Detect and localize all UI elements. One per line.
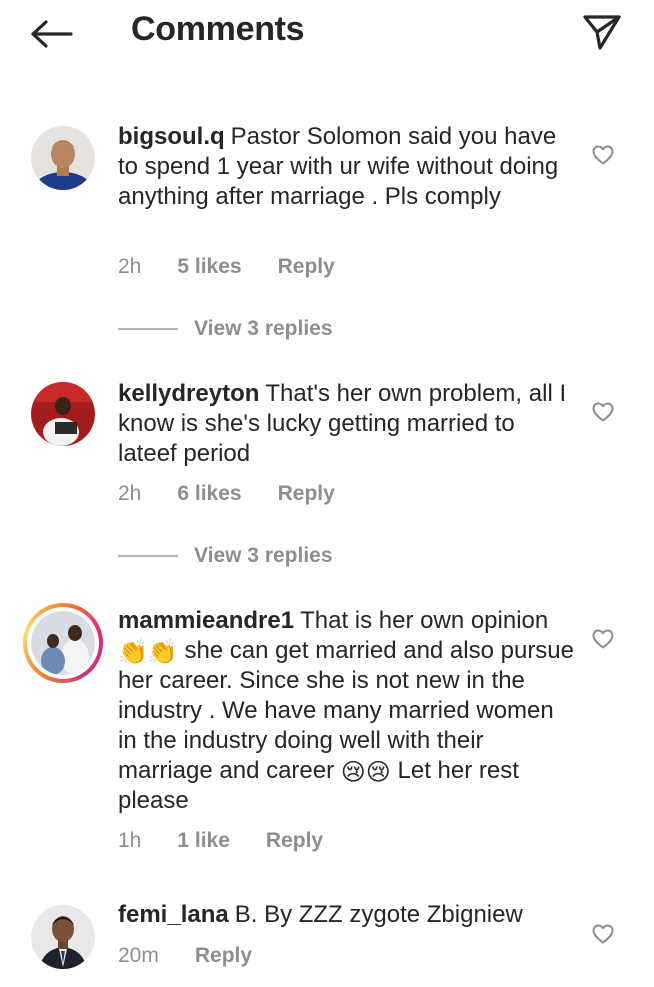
reply-button[interactable]: Reply bbox=[266, 829, 323, 853]
reply-button[interactable]: Reply bbox=[278, 255, 335, 279]
comment-meta: 20m Reply bbox=[118, 944, 252, 968]
like-button[interactable] bbox=[591, 922, 615, 946]
comment-time: 2h bbox=[118, 482, 142, 505]
comment-time: 20m bbox=[118, 944, 159, 967]
divider-line bbox=[118, 555, 178, 557]
like-button[interactable] bbox=[591, 400, 615, 424]
avatar[interactable] bbox=[31, 126, 95, 190]
clapping-emoji: 👏👏 bbox=[118, 639, 178, 666]
comment-likes[interactable]: 5 likes bbox=[177, 255, 241, 279]
comment-meta: 2h 6 likes Reply bbox=[118, 482, 335, 506]
heart-icon bbox=[592, 924, 614, 944]
heart-icon bbox=[592, 402, 614, 422]
share-button[interactable] bbox=[580, 10, 624, 54]
view-replies-label: View 3 replies bbox=[194, 544, 333, 567]
comment-body: B. By ZZZ zygote Zbigniew bbox=[234, 901, 523, 928]
story-avatar[interactable] bbox=[23, 603, 103, 683]
comment-username[interactable]: mammieandre1 bbox=[118, 607, 294, 634]
comment-time: 2h bbox=[118, 255, 142, 278]
view-replies-button[interactable]: View 3 replies bbox=[118, 317, 333, 341]
page-title: Comments bbox=[131, 10, 305, 48]
comment-username[interactable]: kellydreyton bbox=[118, 380, 259, 407]
like-button[interactable] bbox=[591, 143, 615, 167]
crying-emoji: 😢😢 bbox=[340, 759, 391, 786]
comment-meta: 2h 5 likes Reply bbox=[118, 255, 335, 279]
comment-likes[interactable]: 6 likes bbox=[177, 482, 241, 506]
view-replies-button[interactable]: View 3 replies bbox=[118, 544, 333, 568]
view-replies-label: View 3 replies bbox=[194, 317, 333, 340]
comment-likes[interactable]: 1 like bbox=[177, 829, 230, 853]
avatar[interactable] bbox=[31, 382, 95, 446]
heart-icon bbox=[592, 629, 614, 649]
comment-text: mammieandre1 That is her own opinion 👏👏 s… bbox=[118, 606, 578, 816]
comment-body-part1: That is her own opinion bbox=[300, 607, 549, 634]
send-icon bbox=[583, 15, 621, 50]
back-button[interactable] bbox=[26, 14, 76, 54]
comment-text: kellydreyton That's her own problem, all … bbox=[118, 379, 578, 469]
like-button[interactable] bbox=[591, 627, 615, 651]
comment-text: bigsoul.q Pastor Solomon said you have to… bbox=[118, 122, 578, 212]
avatar[interactable] bbox=[31, 905, 95, 969]
reply-button[interactable]: Reply bbox=[195, 944, 252, 968]
comment-meta: 1h 1 like Reply bbox=[118, 829, 323, 853]
divider-line bbox=[118, 328, 178, 330]
comment-username[interactable]: bigsoul.q bbox=[118, 123, 225, 150]
comment-text: femi_lana B. By ZZZ zygote Zbigniew bbox=[118, 900, 578, 930]
header-bar: Comments bbox=[0, 0, 654, 66]
heart-icon bbox=[592, 145, 614, 165]
comment-username[interactable]: femi_lana bbox=[118, 901, 229, 928]
reply-button[interactable]: Reply bbox=[278, 482, 335, 506]
arrow-left-icon bbox=[31, 20, 73, 48]
comment-time: 1h bbox=[118, 829, 142, 852]
